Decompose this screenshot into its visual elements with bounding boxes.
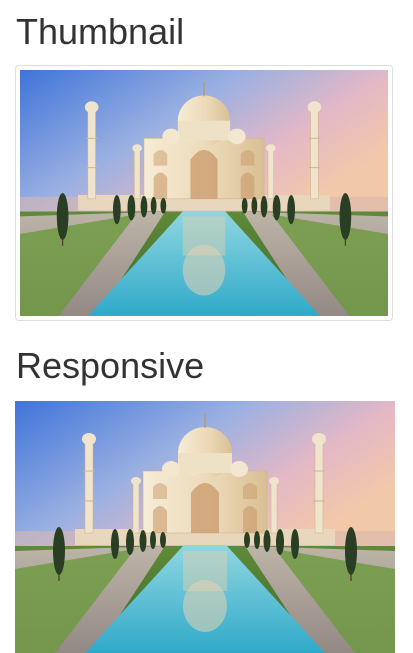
taj-mahal-photo	[15, 401, 395, 653]
thumbnail-heading: Thumbnail	[16, 11, 185, 52]
taj-mahal-photo	[20, 70, 388, 316]
responsive-image-frame	[15, 401, 395, 653]
thumbnail-image-frame	[15, 65, 393, 321]
responsive-heading: Responsive	[16, 345, 205, 386]
